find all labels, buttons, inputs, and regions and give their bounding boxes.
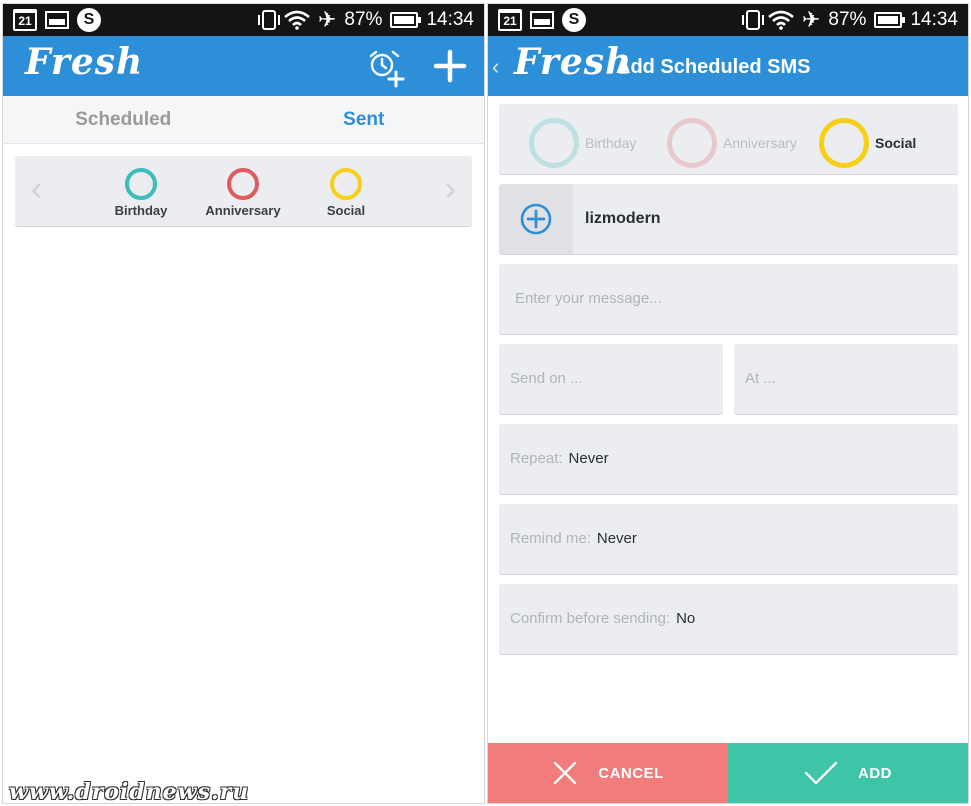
action-bar: CANCEL ADD [488, 743, 968, 803]
at-placeholder: At ... [745, 370, 776, 387]
birthday-ring-icon [529, 118, 579, 168]
date-badge: 21 [18, 14, 32, 28]
app-logo: Fresh [25, 41, 144, 83]
birthday-ring-icon [125, 168, 157, 200]
calendar-icon: 21 [498, 9, 522, 31]
app-logo[interactable]: Fresh [514, 44, 632, 80]
plus-icon[interactable] [432, 48, 468, 84]
filter-label: Birthday [114, 203, 168, 218]
anniversary-ring-icon [667, 118, 717, 168]
clock: 14:34 [910, 9, 958, 30]
s-app-icon: S [77, 8, 101, 32]
alarm-add-icon[interactable] [366, 48, 406, 88]
filter-label: Social [326, 203, 366, 218]
filter-anniversary[interactable]: Anniversary [193, 168, 293, 218]
airplane-icon: ✈ [801, 7, 821, 32]
battery-icon [874, 12, 906, 28]
airplane-icon: ✈ [317, 7, 337, 32]
contact-name: lizmodern [585, 210, 661, 227]
social-ring-icon [819, 118, 869, 168]
app-bar: ‹ Fresh Add Scheduled SMS [488, 36, 968, 96]
gallery-icon [530, 11, 554, 29]
battery-icon [390, 12, 422, 28]
category-anniversary[interactable]: Anniversary [667, 118, 797, 168]
plus-circle-icon [520, 203, 552, 235]
chevron-left-icon[interactable]: ‹ [492, 54, 499, 80]
send-on-date-field[interactable]: Send on ... [499, 344, 723, 414]
filter-social[interactable]: Social [296, 168, 396, 218]
scheduled-list-screen: 21 S ✈ 87% 14:34 Fresh Scheduled Sent ‹ … [2, 3, 485, 804]
add-contact-button[interactable] [499, 184, 573, 254]
cancel-button[interactable]: CANCEL [488, 743, 728, 803]
category-social[interactable]: Social [819, 118, 916, 168]
date-badge: 21 [503, 14, 517, 28]
add-button[interactable]: ADD [728, 743, 968, 803]
confirm-value: No [676, 610, 696, 627]
category-label: Birthday [585, 135, 637, 151]
social-ring-icon [330, 168, 362, 200]
category-selector: Birthday Anniversary Social [499, 104, 958, 174]
confirm-field[interactable]: Confirm before sending: No [499, 584, 958, 654]
message-input[interactable]: Enter your message... [499, 264, 958, 334]
tab-scheduled[interactable]: Scheduled [3, 96, 244, 143]
check-icon [804, 761, 838, 785]
anniversary-ring-icon [227, 168, 259, 200]
confirm-label: Confirm before sending: [510, 610, 671, 627]
message-placeholder: Enter your message... [515, 290, 662, 307]
remind-field[interactable]: Remind me: Never [499, 504, 958, 574]
gallery-icon [45, 11, 69, 29]
battery-percent: 87% [828, 9, 867, 30]
add-label: ADD [858, 764, 892, 782]
category-filter: ‹ Birthday Anniversary Social › [15, 156, 472, 226]
tab-bar: Scheduled Sent [3, 96, 484, 144]
category-label: Social [875, 135, 917, 151]
cancel-label: CANCEL [598, 764, 664, 782]
watermark: www.droidnews.ru [9, 779, 250, 804]
calendar-icon: 21 [13, 9, 37, 31]
screen-title: Add Scheduled SMS [616, 56, 811, 78]
s-app-icon: S [562, 8, 586, 32]
send-on-placeholder: Send on ... [510, 370, 583, 387]
clock: 14:34 [426, 9, 474, 30]
repeat-field[interactable]: Repeat: Never [499, 424, 958, 494]
category-label: Anniversary [723, 135, 797, 151]
status-bar: 21 S ✈ 87% 14:34 [3, 4, 484, 36]
category-birthday[interactable]: Birthday [529, 118, 636, 168]
chevron-left-icon[interactable]: ‹ [31, 172, 42, 206]
close-icon [554, 761, 577, 785]
app-bar: Fresh [3, 36, 484, 96]
remind-label: Remind me: [510, 530, 591, 547]
tab-sent[interactable]: Sent [244, 96, 485, 143]
wifi-icon [768, 10, 794, 30]
add-scheduled-sms-screen: 21 S ✈ 87% 14:34 ‹ Fresh Add Scheduled S… [487, 3, 969, 804]
repeat-value: Never [568, 450, 609, 467]
vibrate-icon [741, 10, 764, 30]
chevron-right-icon[interactable]: › [445, 172, 456, 206]
status-bar: 21 S ✈ 87% 14:34 [488, 4, 968, 36]
filter-birthday[interactable]: Birthday [91, 168, 191, 218]
remind-value: Never [596, 530, 637, 547]
vibrate-icon [257, 10, 280, 30]
at-time-field[interactable]: At ... [734, 344, 958, 414]
repeat-label: Repeat: [510, 450, 563, 467]
contact-row: lizmodern [499, 184, 958, 254]
wifi-icon [284, 10, 310, 30]
battery-percent: 87% [344, 9, 383, 30]
filter-label: Anniversary [205, 203, 281, 218]
